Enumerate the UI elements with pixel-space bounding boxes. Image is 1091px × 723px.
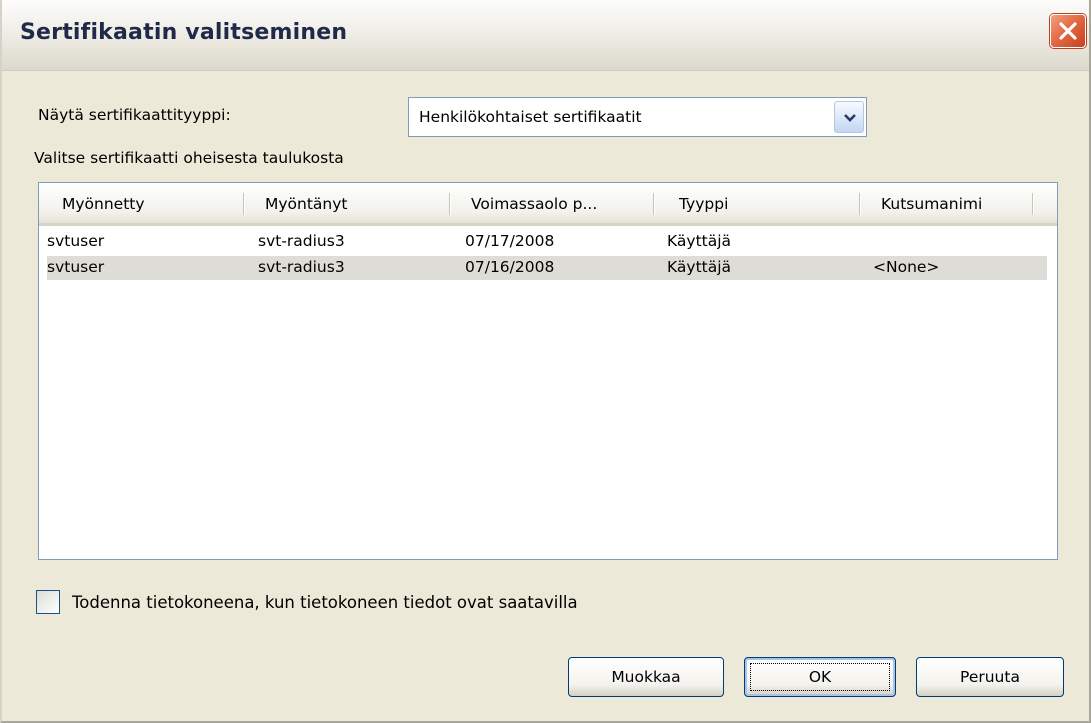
edit-button-label: Muokkaa bbox=[611, 668, 681, 686]
cert-type-label: Näytä sertifikaattityyppi: bbox=[38, 106, 231, 124]
column-divider[interactable] bbox=[449, 193, 450, 215]
column-divider[interactable] bbox=[859, 193, 860, 215]
column-header-issued-to[interactable]: Myönnetty bbox=[62, 183, 145, 223]
column-divider[interactable] bbox=[1032, 193, 1033, 215]
table-row[interactable]: svtuser svt-radius3 07/17/2008 Käyttäjä bbox=[47, 230, 1047, 254]
focus-ring bbox=[750, 663, 890, 691]
cell-issued-to: svtuser bbox=[47, 258, 105, 276]
column-divider[interactable] bbox=[243, 193, 244, 215]
column-header-expiry[interactable]: Voimassaolo p... bbox=[471, 183, 597, 223]
list-header: Myönnetty Myöntänyt Voimassaolo p... Tyy… bbox=[39, 183, 1057, 226]
column-header-issued-by[interactable]: Myöntänyt bbox=[265, 183, 348, 223]
column-divider[interactable] bbox=[653, 193, 654, 215]
close-button[interactable] bbox=[1050, 14, 1086, 48]
cell-issued-by: svt-radius3 bbox=[258, 258, 345, 276]
cell-friendly-name: <None> bbox=[873, 258, 940, 276]
cell-issued-by: svt-radius3 bbox=[258, 232, 345, 250]
cancel-button-label: Peruuta bbox=[960, 668, 1020, 686]
window-title: Sertifikaatin valitseminen bbox=[20, 20, 348, 45]
column-header-friendly-name[interactable]: Kutsumanimi bbox=[881, 183, 982, 223]
instruction-text: Valitse sertifikaatti oheisesta taulukos… bbox=[34, 149, 344, 167]
close-icon bbox=[1059, 22, 1077, 40]
certificate-list[interactable]: Myönnetty Myöntänyt Voimassaolo p... Tyy… bbox=[38, 182, 1058, 560]
machine-auth-checkbox[interactable] bbox=[36, 590, 60, 614]
dropdown-button[interactable] bbox=[834, 101, 864, 133]
machine-auth-label[interactable]: Todenna tietokoneena, kun tietokoneen ti… bbox=[72, 593, 578, 612]
ok-button[interactable]: OK bbox=[744, 657, 896, 697]
cell-issued-to: svtuser bbox=[47, 232, 105, 250]
certificate-dialog: Sertifikaatin valitseminen Näytä sertifi… bbox=[0, 0, 1091, 723]
cell-type: Käyttäjä bbox=[667, 232, 732, 250]
cert-type-select[interactable]: Henkilökohtaiset sertifikaatit bbox=[408, 97, 867, 137]
column-header-type[interactable]: Tyyppi bbox=[679, 183, 728, 223]
cert-type-selected-value: Henkilökohtaiset sertifikaatit bbox=[419, 108, 642, 126]
cell-expiry: 07/16/2008 bbox=[465, 258, 555, 276]
edit-button[interactable]: Muokkaa bbox=[568, 657, 724, 697]
chevron-down-icon bbox=[844, 114, 856, 122]
cell-expiry: 07/17/2008 bbox=[465, 232, 555, 250]
cell-type: Käyttäjä bbox=[667, 258, 732, 276]
table-row[interactable]: svtuser svt-radius3 07/16/2008 Käyttäjä … bbox=[47, 256, 1047, 280]
title-bar[interactable]: Sertifikaatin valitseminen bbox=[2, 0, 1089, 71]
cancel-button[interactable]: Peruuta bbox=[916, 657, 1064, 697]
